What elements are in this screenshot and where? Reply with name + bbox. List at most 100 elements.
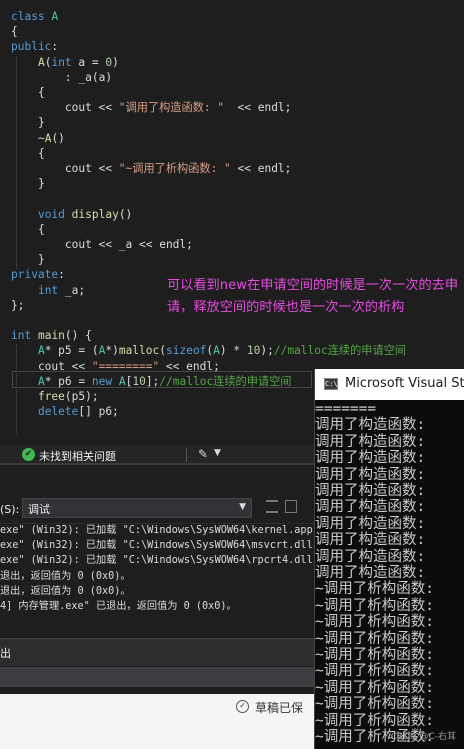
- console-line: 调用了构造函数:: [315, 483, 426, 499]
- code-token: * p6 =: [44, 374, 92, 388]
- code-token: ): [112, 55, 119, 69]
- code-token: _a: [64, 283, 79, 297]
- output-log-line: 退出，返回值为 0 (0x0)。: [0, 570, 131, 582]
- issues-status-text[interactable]: 未找到相关问题: [39, 448, 116, 464]
- code-token: (): [118, 207, 133, 221]
- code-token: A: [51, 10, 59, 23]
- indent-guide: [16, 344, 17, 434]
- console-app-icon: C:\: [324, 378, 338, 390]
- code-token: cout <<: [11, 359, 92, 373]
- console-line: ~调用了析构函数:: [315, 712, 434, 729]
- console-line: ~调用了析构函数:: [315, 679, 434, 696]
- code-line: cout << "调用了构造函数: " << endl;: [11, 100, 292, 115]
- output-panel-header: [0, 467, 314, 495]
- console-line: ~调用了析构函数:: [315, 663, 434, 680]
- tab-output[interactable]: 出: [0, 645, 11, 663]
- output-source-select[interactable]: 调试 ▼: [22, 498, 252, 518]
- code-line: void display(): [11, 207, 132, 222]
- output-log-line: exe" (Win32): 已加载 "C:\Windows\SysWOW64\k…: [0, 525, 313, 536]
- code-line: free(p5);: [11, 389, 99, 404]
- code-line: class A: [11, 9, 58, 24]
- code-token: ;: [78, 283, 86, 297]
- console-line: 调用了构造函数:: [315, 499, 426, 516]
- code-line: private:: [11, 267, 65, 282]
- editor-status-bar: ✔ 未找到相关问题 ✎ ▼: [0, 445, 314, 465]
- code-token: << endl;: [132, 238, 193, 251]
- code-token: {: [11, 25, 18, 39]
- code-line: A* p6 = new A[10];//malloc连续的申请空间: [11, 374, 292, 389]
- brush-icon[interactable]: ✎: [198, 447, 208, 461]
- console-title: Microsoft Visual Stud: [345, 376, 464, 391]
- code-token: sizeof: [166, 344, 207, 358]
- check-circle-icon: ✔: [22, 448, 35, 461]
- output-tab-strip: 出: [0, 638, 314, 666]
- code-token: cout <<: [11, 162, 119, 175]
- code-token: A: [213, 344, 220, 358]
- code-token: A: [37, 55, 45, 69]
- horizontal-scrollbar[interactable]: [0, 667, 314, 687]
- code-token: public: [11, 40, 52, 54]
- code-line: ~A(): [11, 131, 65, 146]
- code-token: int: [37, 283, 59, 297]
- code-token: "调用了构造函数: ": [118, 101, 225, 115]
- status-separator: [186, 448, 187, 462]
- console-line: 调用了构造函数:: [315, 433, 426, 450]
- find-message-icon[interactable]: [266, 500, 278, 513]
- code-token: << endl;: [224, 101, 292, 115]
- code-line: : _a(a): [11, 70, 112, 85]
- code-token: 10: [132, 374, 146, 388]
- code-token: ];: [145, 374, 160, 388]
- code-token: A: [118, 374, 126, 388]
- code-token: free: [37, 390, 65, 403]
- console-line: 调用了构造函数:: [315, 548, 426, 565]
- code-token: a =: [71, 55, 106, 69]
- code-token: void: [37, 207, 65, 221]
- clear-all-icon[interactable]: [285, 500, 297, 513]
- code-line: A* p5 = (A*)malloc(sizeof(A) * 10);//mal…: [11, 343, 406, 358]
- code-token: _a: [118, 238, 133, 251]
- code-token: cout <<: [11, 238, 119, 251]
- code-token: "~调用了析构函数: ": [118, 162, 231, 175]
- console-line: ~调用了析构函数:: [315, 597, 434, 614]
- code-token: (: [159, 344, 166, 358]
- code-token: int: [51, 55, 72, 69]
- code-line: int main() {: [11, 328, 92, 343]
- console-line: ~调用了析构函数:: [315, 696, 434, 713]
- code-line: };: [11, 298, 24, 313]
- code-line: {: [11, 24, 18, 39]
- code-line: delete[] p6;: [11, 404, 119, 419]
- code-line: cout << "========" << endl;: [11, 359, 220, 374]
- code-line: cout << "~调用了析构函数: " << endl;: [11, 161, 292, 176]
- output-log-line: exe" (Win32): 已加载 "C:\Windows\SysWOW64\m…: [0, 540, 313, 552]
- output-panel: (S): 调试 ▼ exe" (Win32): 已加载 "C:\Windows\…: [0, 467, 314, 749]
- indent-guide: [16, 56, 17, 269]
- code-token: A: [37, 374, 45, 388]
- console-line: 调用了构造函数:: [315, 450, 426, 467]
- console-line: ~调用了析构函数:: [315, 630, 434, 647]
- code-token: (a): [91, 70, 113, 84]
- console-line: ~调用了析构函数:: [315, 581, 434, 598]
- chevron-down-icon[interactable]: ▼: [214, 448, 221, 458]
- code-token: //malloc连续的申请空间: [273, 344, 407, 358]
- code-token: :: [11, 70, 79, 84]
- output-log-line: 退出，返回值为 0 (0x0)。: [0, 585, 131, 597]
- code-line: A(int a = 0): [11, 55, 119, 70]
- code-token: //malloc连续的申请空间: [159, 374, 292, 388]
- code-token: _a: [78, 70, 92, 84]
- output-log-line: exe" (Win32): 已加载 "C:\Windows\SysWOW64\r…: [0, 555, 313, 567]
- code-token: << endl;: [230, 162, 292, 175]
- watermark: CSDN @C-右耳: [391, 732, 457, 742]
- console-window[interactable]: C:\ Microsoft Visual Stud =======调用了构造函数…: [314, 369, 464, 749]
- code-token: malloc: [118, 344, 160, 358]
- code-token: 10: [246, 344, 261, 358]
- code-line: int _a;: [11, 283, 85, 298]
- code-token: () {: [64, 329, 92, 343]
- console-title-bar[interactable]: C:\ Microsoft Visual Stud: [315, 369, 464, 400]
- code-token: A: [37, 344, 45, 358]
- code-token: int: [11, 329, 32, 343]
